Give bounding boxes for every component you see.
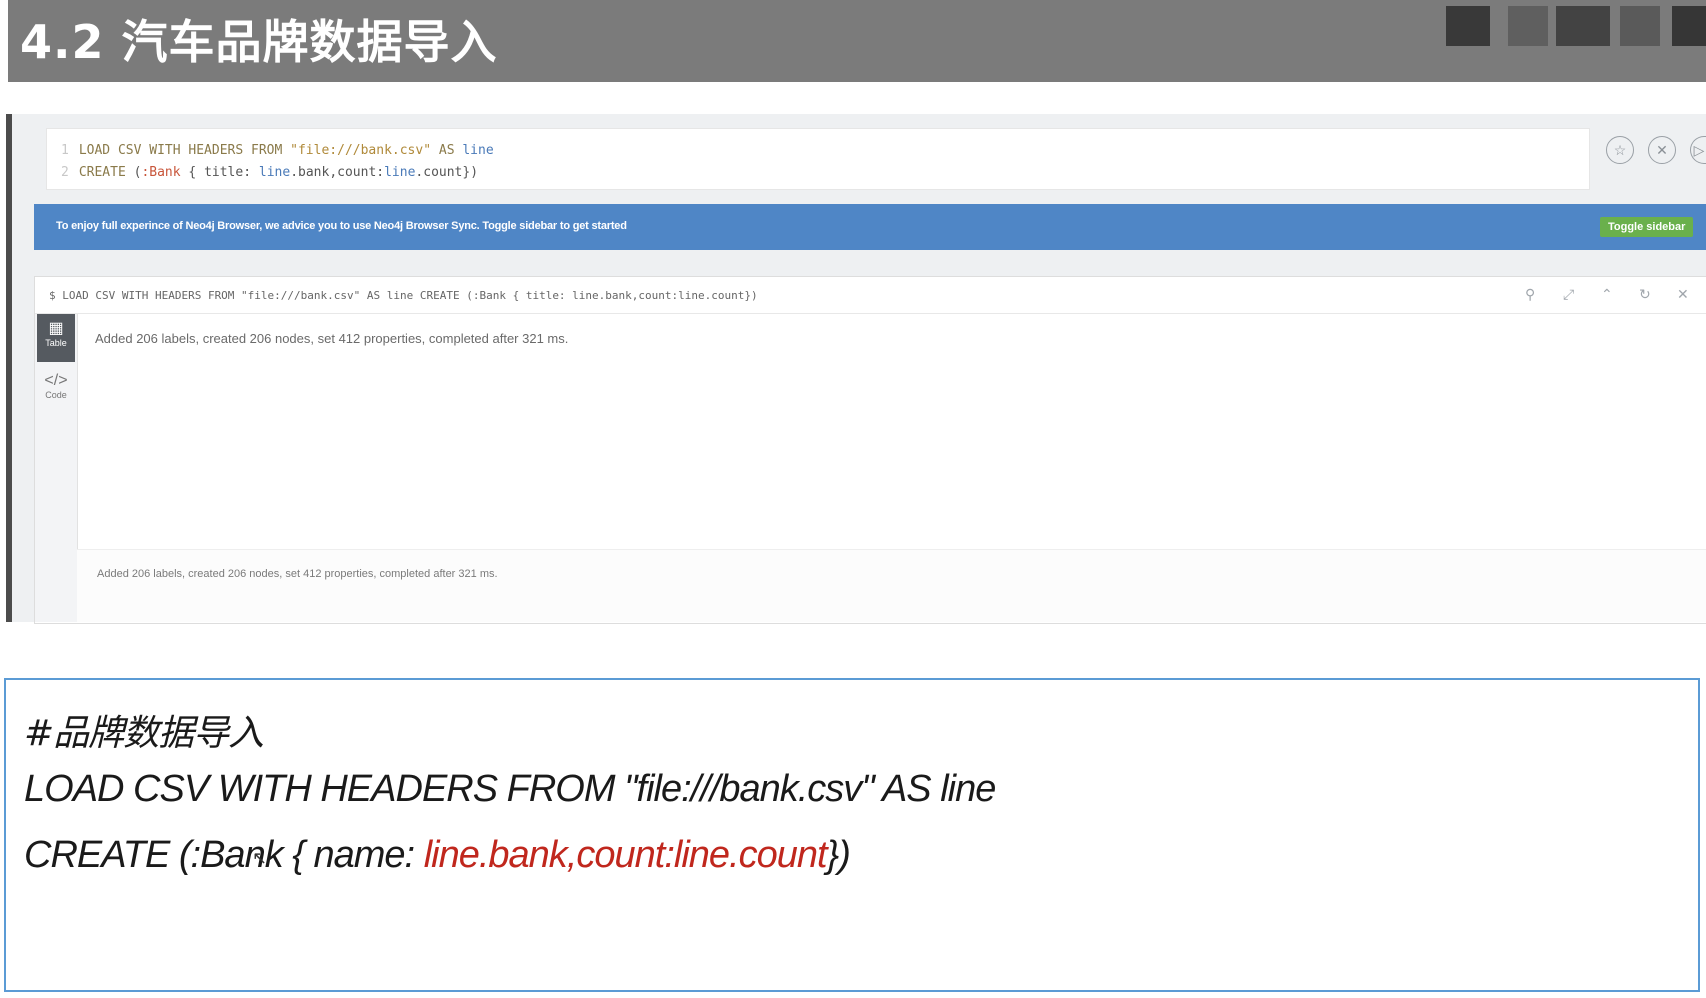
- notice-text: To enjoy full experince of Neo4j Browser…: [56, 220, 627, 232]
- note-comment: #品牌数据导入: [24, 713, 264, 754]
- browser-sync-notice: To enjoy full experince of Neo4j Browser…: [34, 204, 1706, 250]
- result-footer: Added 206 labels, created 206 nodes, set…: [77, 549, 1706, 622]
- collapse-chevron-up-icon[interactable]: ⌃: [1601, 286, 1613, 303]
- blurred-logo: [1508, 6, 1548, 46]
- line-number: 2: [61, 165, 69, 180]
- result-view-tabs: ▦ Table </> Code: [35, 314, 78, 622]
- toggle-sidebar-button[interactable]: Toggle sidebar: [1600, 217, 1694, 237]
- query-editor[interactable]: 1 LOAD CSV WITH HEADERS FROM "file:///ban…: [46, 128, 1590, 190]
- tab-code[interactable]: </> Code: [37, 366, 75, 414]
- note-line-create: CREATE (:Bank { name: line.bank,count:li…: [24, 834, 851, 876]
- pin-icon[interactable]: ⚲: [1525, 286, 1535, 303]
- tab-table[interactable]: ▦ Table: [37, 314, 75, 362]
- favorite-star-icon[interactable]: ☆: [1606, 136, 1634, 164]
- highlighted-properties: line.bank,count:line.count: [423, 834, 828, 876]
- footer-status: Added 206 labels, created 206 nodes, set…: [97, 568, 498, 580]
- tab-table-label: Table: [45, 338, 67, 348]
- result-message: Added 206 labels, created 206 nodes, set…: [95, 331, 569, 346]
- code-note-box: #品牌数据导入 LOAD CSV WITH HEADERS FROM "file…: [4, 678, 1700, 992]
- blurred-logo: [1620, 6, 1660, 46]
- run-play-icon[interactable]: ▷: [1690, 136, 1706, 164]
- blurred-logo: [1556, 6, 1610, 46]
- mouse-cursor-icon: ↖: [252, 848, 268, 868]
- rerun-refresh-icon[interactable]: ↻: [1639, 286, 1651, 303]
- code-line-1: 1 LOAD CSV WITH HEADERS FROM "file:///ban…: [61, 143, 494, 158]
- result-frame-header: $ LOAD CSV WITH HEADERS FROM "file:///ba…: [35, 277, 1706, 314]
- result-frame: $ LOAD CSV WITH HEADERS FROM "file:///ba…: [34, 276, 1706, 624]
- fullscreen-icon[interactable]: ⤢: [1563, 286, 1574, 303]
- close-frame-icon[interactable]: ✕: [1677, 286, 1689, 303]
- result-command[interactable]: $ LOAD CSV WITH HEADERS FROM "file:///ba…: [49, 289, 758, 302]
- blurred-logo: [1672, 6, 1706, 46]
- clear-editor-close-icon[interactable]: ✕: [1648, 136, 1676, 164]
- line-number: 1: [61, 143, 69, 158]
- blurred-logo: [1446, 6, 1490, 46]
- slide-title-banner: 4.2 汽车品牌数据导入: [8, 0, 1706, 82]
- slide-title: 4.2 汽车品牌数据导入: [20, 15, 498, 69]
- code-line-2: 2 CREATE (:Bank { title: line.bank,count:…: [61, 165, 479, 180]
- code-icon: </>: [44, 372, 68, 389]
- neo4j-browser-screenshot: 1 LOAD CSV WITH HEADERS FROM "file:///ban…: [6, 114, 1706, 624]
- table-icon: ▦: [48, 320, 64, 337]
- tab-code-label: Code: [45, 390, 67, 400]
- note-line-load: LOAD CSV WITH HEADERS FROM "file:///bank…: [24, 768, 996, 810]
